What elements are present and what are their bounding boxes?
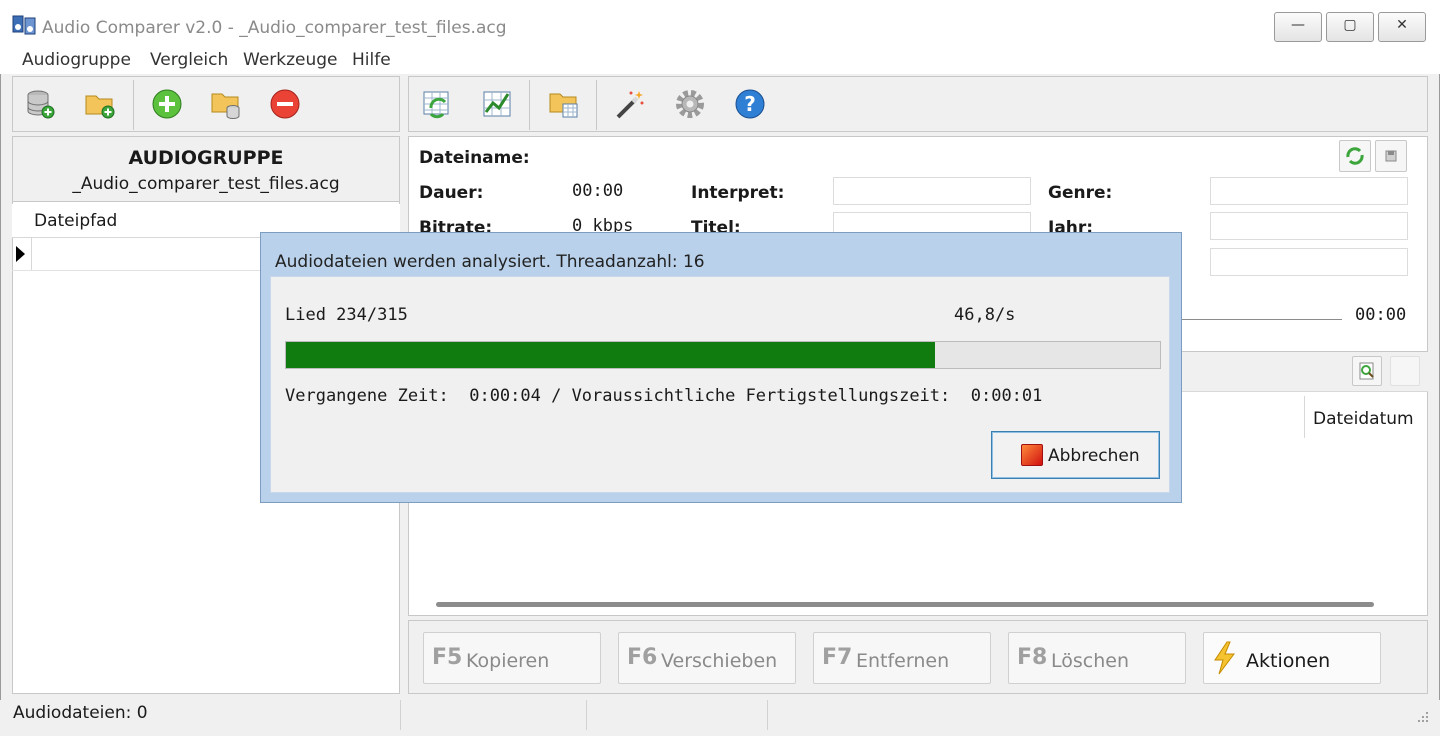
menu-werkzeuge[interactable]: Werkzeuge bbox=[243, 50, 338, 70]
minimize-button[interactable]: — bbox=[1274, 12, 1322, 42]
column-header-dateipfad[interactable]: Dateipfad bbox=[34, 211, 117, 231]
status-bar bbox=[0, 700, 1440, 736]
playback-slider[interactable] bbox=[1180, 319, 1342, 320]
toolbar-separator bbox=[529, 80, 530, 130]
elapsed-time-text: Vergangene Zeit: 0:00:04 / Voraussichtli… bbox=[285, 386, 1043, 406]
interpret-field[interactable] bbox=[833, 177, 1031, 205]
group-title: AUDIOGRUPPE bbox=[128, 147, 284, 169]
minimize-icon: — bbox=[1291, 17, 1305, 33]
maximize-button[interactable]: ▢ bbox=[1326, 12, 1374, 42]
genre-field[interactable] bbox=[1210, 177, 1408, 205]
dauer-label: Dauer: bbox=[419, 183, 484, 203]
status-separator bbox=[767, 700, 768, 730]
left-toolbar bbox=[12, 76, 400, 132]
f5-key-icon: F5 bbox=[432, 645, 463, 670]
svg-text:?: ? bbox=[744, 92, 756, 116]
maximize-icon: ▢ bbox=[1343, 17, 1357, 33]
actions-label: Aktionen bbox=[1246, 650, 1331, 672]
cancel-icon bbox=[1021, 444, 1043, 466]
progress-bar-fill bbox=[286, 342, 935, 368]
table-refresh-icon[interactable] bbox=[421, 88, 453, 120]
status-separator bbox=[586, 700, 587, 730]
lightning-icon bbox=[1214, 641, 1235, 675]
remove-entries-button[interactable]: F7 Entfernen bbox=[813, 632, 991, 684]
interpret-label: Interpret: bbox=[691, 183, 785, 203]
f8-key-icon: F8 bbox=[1017, 645, 1048, 670]
rate-text: 46,8/s bbox=[954, 305, 1016, 325]
save-tags-button[interactable] bbox=[1375, 140, 1407, 172]
cancel-label: Abbrechen bbox=[1048, 446, 1140, 466]
f7-key-icon: F7 bbox=[822, 645, 853, 670]
menu-vergleich[interactable]: Vergleich bbox=[150, 50, 228, 70]
close-icon: ✕ bbox=[1396, 17, 1408, 33]
menu-audiogruppe[interactable]: Audiogruppe bbox=[22, 50, 131, 70]
dateiname-label: Dateiname: bbox=[419, 148, 530, 168]
song-progress-text: Lied 234/315 bbox=[285, 305, 408, 325]
move-label: Verschieben bbox=[661, 650, 778, 672]
delete-label: Löschen bbox=[1051, 650, 1129, 672]
status-separator bbox=[400, 700, 401, 730]
row-selector-icon bbox=[16, 246, 25, 262]
horizontal-scrollbar[interactable] bbox=[436, 602, 1374, 607]
copy-label: Kopieren bbox=[466, 650, 550, 672]
move-button[interactable]: F6 Verschieben bbox=[618, 632, 796, 684]
actions-button[interactable]: Aktionen bbox=[1203, 632, 1381, 684]
toolbar-separator bbox=[596, 80, 597, 130]
dialog-title: Audiodateien werden analysiert. Threadan… bbox=[275, 252, 705, 272]
magic-wand-icon[interactable] bbox=[614, 88, 646, 120]
app-icon bbox=[12, 15, 36, 35]
add-icon[interactable] bbox=[151, 88, 183, 120]
group-header: AUDIOGRUPPE _Audio_comparer_test_files.a… bbox=[12, 136, 400, 202]
refresh-icon bbox=[1346, 147, 1364, 165]
row-indicator-divider bbox=[31, 238, 32, 271]
gear-icon[interactable] bbox=[674, 88, 706, 120]
delete-button[interactable]: F8 Löschen bbox=[1008, 632, 1186, 684]
database-add-icon[interactable] bbox=[24, 88, 56, 120]
resize-grip-icon[interactable] bbox=[1416, 710, 1430, 724]
compare-icon[interactable] bbox=[481, 88, 513, 120]
f6-key-icon: F6 bbox=[627, 645, 658, 670]
copy-button[interactable]: F5 Kopieren bbox=[423, 632, 601, 684]
audio-file-count: Audiodateien: 0 bbox=[13, 703, 148, 723]
list-option-button[interactable] bbox=[1390, 356, 1420, 386]
jahr-field[interactable] bbox=[1210, 212, 1408, 240]
dauer-value: 00:00 bbox=[572, 181, 624, 201]
folder-add-icon[interactable] bbox=[84, 88, 116, 120]
column-header-dateidatum[interactable]: Dateidatum bbox=[1313, 409, 1414, 429]
group-file-name: _Audio_comparer_test_files.acg bbox=[72, 174, 340, 194]
extra-field[interactable] bbox=[1210, 248, 1408, 276]
search-button[interactable] bbox=[1352, 356, 1382, 386]
window-title: Audio Comparer v2.0 - _Audio_comparer_te… bbox=[42, 18, 507, 38]
menu-hilfe[interactable]: Hilfe bbox=[352, 50, 391, 70]
playback-time: 00:00 bbox=[1355, 305, 1407, 325]
save-icon bbox=[1385, 150, 1397, 162]
folder-database-icon[interactable] bbox=[210, 88, 242, 120]
column-divider bbox=[1304, 396, 1305, 438]
search-icon bbox=[1359, 362, 1374, 380]
genre-label: Genre: bbox=[1048, 183, 1113, 203]
help-icon[interactable]: ? bbox=[734, 88, 766, 120]
remove-icon[interactable] bbox=[269, 88, 301, 120]
folder-table-icon[interactable] bbox=[548, 88, 580, 120]
toolbar-separator bbox=[133, 80, 134, 130]
remove-label: Entfernen bbox=[856, 650, 950, 672]
reload-button[interactable] bbox=[1339, 140, 1371, 172]
close-button[interactable]: ✕ bbox=[1378, 12, 1426, 42]
